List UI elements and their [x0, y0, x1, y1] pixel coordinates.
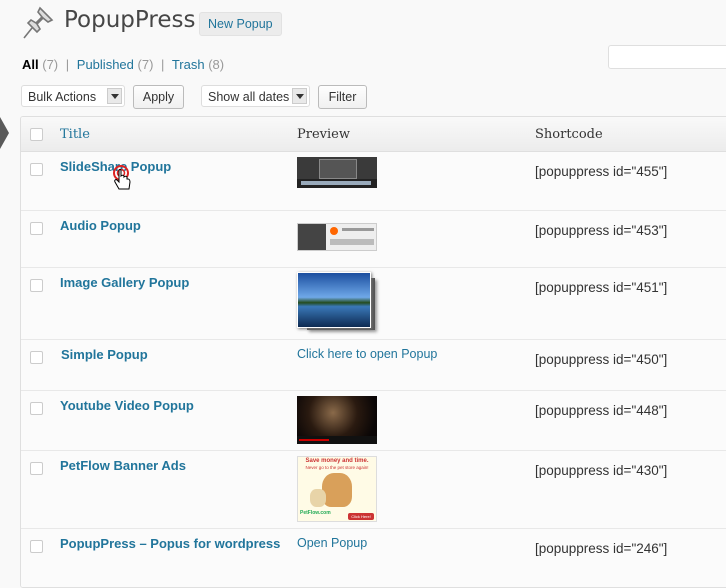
image-gallery-preview-thumbnail[interactable]	[297, 272, 379, 332]
row-title-link[interactable]: PetFlow Banner Ads	[60, 458, 186, 473]
filter-published-count: (7)	[137, 57, 154, 72]
row-title-link[interactable]: Youtube Video Popup	[60, 398, 194, 413]
row-checkbox[interactable]	[30, 163, 43, 176]
row-title-link[interactable]: Audio Popup	[60, 218, 141, 233]
dog-illustration-icon	[322, 473, 352, 507]
banner-cta: Click Here!	[348, 513, 374, 520]
chevron-down-icon	[292, 88, 307, 104]
table-row: Youtube Video Popup [popuppress id="448"…	[21, 391, 726, 451]
filter-published-link[interactable]: Published	[77, 57, 134, 72]
table-row: Simple Popup Click here to open Popup [p…	[21, 340, 726, 391]
row-shortcode: [popuppress id="453"]	[535, 223, 668, 238]
bulk-actions-value: Bulk Actions	[28, 90, 97, 104]
row-checkbox[interactable]	[30, 540, 43, 553]
date-filter-select[interactable]: Show all dates	[201, 85, 310, 107]
chevron-down-icon	[107, 88, 122, 104]
search-input[interactable]	[608, 45, 726, 69]
row-shortcode: [popuppress id="451"]	[535, 280, 668, 295]
youtube-video-preview-thumbnail[interactable]	[297, 396, 377, 444]
row-shortcode: [popuppress id="430"]	[535, 463, 668, 478]
banner-brand: PetFlow.com	[300, 510, 331, 516]
filter-all-link[interactable]: All	[22, 57, 39, 72]
table-row: Image Gallery Popup [popuppress id="451"…	[21, 268, 726, 340]
date-filter-value: Show all dates	[208, 90, 290, 104]
open-popup-link[interactable]: Click here to open Popup	[297, 347, 437, 361]
row-title-link[interactable]: SlideShare Popup	[60, 159, 171, 174]
column-title-header[interactable]: Title	[60, 127, 90, 142]
banner-headline: Save money and time.	[305, 458, 369, 464]
page-title: PopupPress	[64, 7, 196, 33]
row-checkbox[interactable]	[30, 222, 43, 235]
bulk-actions-select[interactable]: Bulk Actions	[21, 85, 125, 107]
row-checkbox[interactable]	[30, 351, 43, 364]
row-checkbox[interactable]	[30, 462, 43, 475]
column-preview-header: Preview	[297, 127, 350, 142]
row-checkbox[interactable]	[30, 279, 43, 292]
filter-trash-link[interactable]: Trash	[172, 57, 205, 72]
apply-button[interactable]: Apply	[133, 85, 184, 109]
cat-illustration-icon	[310, 489, 326, 507]
row-shortcode: [popuppress id="455"]	[535, 164, 668, 179]
select-all-checkbox[interactable]	[30, 128, 43, 141]
audio-preview-thumbnail[interactable]	[297, 223, 377, 251]
row-shortcode: [popuppress id="448"]	[535, 403, 668, 418]
admin-menu-arrow	[0, 117, 9, 149]
table-header: Title Preview Shortcode	[21, 117, 726, 152]
row-title-link[interactable]: Image Gallery Popup	[60, 275, 189, 290]
pushpin-icon	[23, 6, 54, 39]
table-row: PopupPress – Popus for wordpress Open Po…	[21, 529, 726, 587]
filter-separator: |	[65, 57, 70, 72]
row-title-link[interactable]: Simple Popup	[61, 347, 148, 362]
table-row: Audio Popup [popuppress id="453"]	[21, 211, 726, 268]
status-filter-links: All (7) | Published (7) | Trash (8)	[22, 57, 224, 72]
banner-subline: Never go to the pet store again!	[305, 465, 369, 470]
table-row: PetFlow Banner Ads Save money and time. …	[21, 451, 726, 529]
filter-button[interactable]: Filter	[318, 85, 367, 109]
row-title-link[interactable]: PopupPress – Popus for wordpress	[60, 536, 280, 551]
filter-all-count: (7)	[42, 57, 59, 72]
filter-trash-count: (8)	[208, 57, 225, 72]
row-checkbox[interactable]	[30, 402, 43, 415]
column-shortcode-header: Shortcode	[535, 127, 603, 142]
row-shortcode: [popuppress id="246"]	[535, 541, 668, 556]
open-popup-link[interactable]: Open Popup	[297, 536, 367, 550]
filter-separator: |	[161, 57, 165, 72]
add-new-popup-button[interactable]: New Popup	[199, 12, 282, 36]
petflow-banner-preview-thumbnail[interactable]: Save money and time. Never go to the pet…	[297, 456, 377, 522]
slideshare-preview-thumbnail[interactable]	[297, 157, 377, 188]
row-shortcode: [popuppress id="450"]	[535, 352, 668, 367]
table-row: SlideShare Popup [popuppress id="455"]	[21, 152, 726, 211]
popups-table: Title Preview Shortcode SlideShare Popup…	[20, 116, 726, 588]
